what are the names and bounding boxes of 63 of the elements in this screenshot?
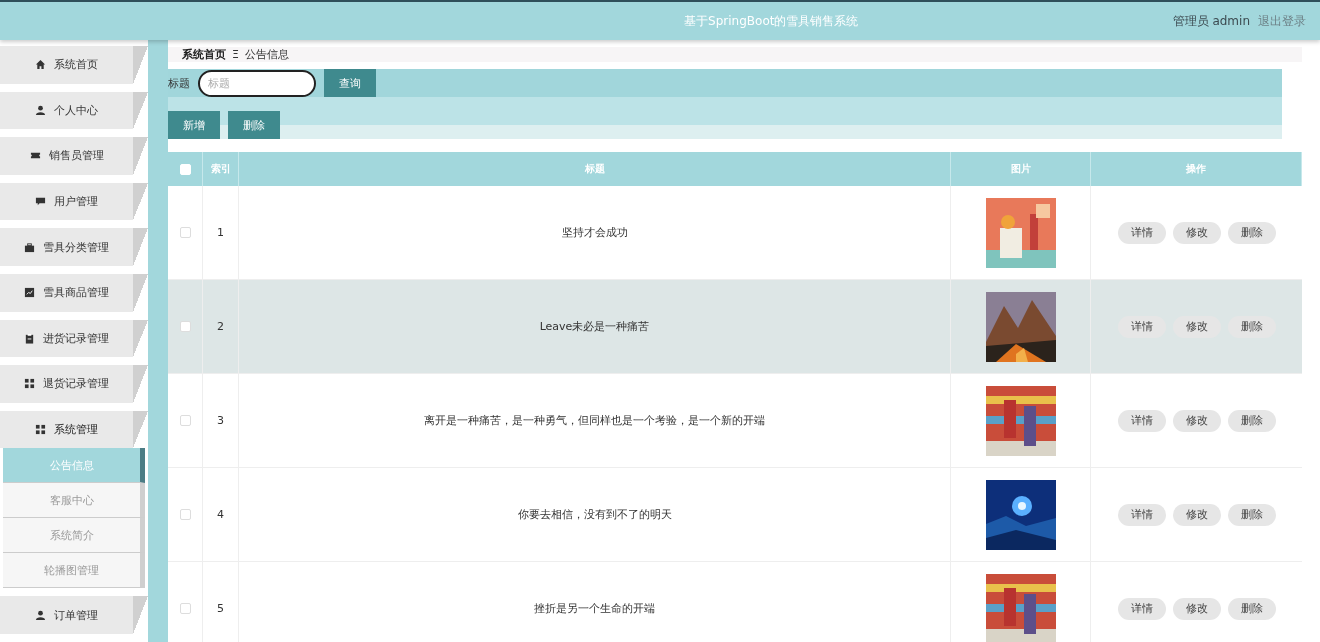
person-icon xyxy=(35,104,46,116)
search-label: 标题 xyxy=(168,75,190,91)
row-index: 5 xyxy=(217,602,224,615)
row-checkbox[interactable] xyxy=(179,603,191,614)
delete-button[interactable]: 删除 xyxy=(228,111,280,139)
notice-title: Leave未必是一种痛苦 xyxy=(539,319,650,334)
notice-title: 离开是一种痛苦，是一种勇气，但同样也是一个考验，是一个新的开端 xyxy=(424,413,765,428)
breadcrumb-current: 公告信息 xyxy=(244,47,289,62)
row-checkbox[interactable] xyxy=(179,321,191,332)
user-label: 管理员 admin xyxy=(1172,12,1250,30)
column-header: 索引 xyxy=(210,162,231,176)
edit-button[interactable]: 修改 xyxy=(1172,315,1221,338)
column-header: 操作 xyxy=(1186,162,1206,176)
sidebar-item[interactable]: 订单管理 xyxy=(0,596,148,634)
row-index: 4 xyxy=(217,508,224,521)
row-checkbox[interactable] xyxy=(179,227,191,238)
clipboard-icon xyxy=(24,332,35,344)
search-field[interactable]: 标题 xyxy=(198,69,316,97)
sidebar-item[interactable]: 进货记录管理 xyxy=(0,319,148,358)
delete-button[interactable]: 删除 xyxy=(1227,503,1276,526)
notice-title: 挫折是另一个生命的开端 xyxy=(534,601,655,616)
details-button[interactable]: 详情 xyxy=(1117,409,1166,432)
sidebar-item[interactable]: 系统首页 xyxy=(0,46,148,84)
edit-button[interactable]: 修改 xyxy=(1172,221,1221,244)
sidebar-item[interactable]: 退货记录管理 xyxy=(0,365,148,403)
column-header: 图片 xyxy=(1010,162,1031,176)
row-checkbox[interactable] xyxy=(179,509,191,520)
search-button[interactable]: 查询 xyxy=(324,69,376,97)
delete-button[interactable]: 删除 xyxy=(1227,221,1276,244)
sidebar-item[interactable]: 个人中心 xyxy=(0,91,148,130)
details-button[interactable]: 详情 xyxy=(1117,597,1166,620)
row-index: 3 xyxy=(217,414,224,427)
breadcrumb-separator: Ξ xyxy=(232,48,239,61)
details-button[interactable]: 详情 xyxy=(1117,221,1166,244)
grid-icon xyxy=(35,424,46,436)
notice-title: 坚持才会成功 xyxy=(561,225,628,240)
app-title: 基于SpringBoot的雪具销售系统 xyxy=(683,12,860,30)
row-index: 1 xyxy=(217,226,224,239)
row-checkbox[interactable] xyxy=(179,415,191,426)
sidebar-item[interactable]: 雪具商品管理 xyxy=(0,273,148,312)
notice-title: 你要去相信，没有到不了的明天 xyxy=(517,507,672,522)
row-index: 2 xyxy=(217,320,224,333)
person-icon xyxy=(35,609,46,621)
delete-button[interactable]: 删除 xyxy=(1227,409,1276,432)
breadcrumb-link[interactable]: 系统首页 xyxy=(182,47,226,62)
chart-icon xyxy=(24,287,35,299)
sidebar-item[interactable]: 系统管理 xyxy=(0,410,148,449)
add-button[interactable]: 新增 xyxy=(168,111,220,139)
sidebar-item[interactable]: 用户管理 xyxy=(0,182,148,221)
edit-button[interactable]: 修改 xyxy=(1172,597,1221,620)
delete-button[interactable]: 删除 xyxy=(1227,597,1276,620)
select-all-checkbox[interactable] xyxy=(179,163,191,175)
sidebar-item[interactable]: 销售员管理 xyxy=(0,137,148,175)
delete-button[interactable]: 删除 xyxy=(1227,315,1276,338)
column-header: 标题 xyxy=(584,162,605,176)
edit-button[interactable]: 修改 xyxy=(1172,409,1221,432)
details-button[interactable]: 详情 xyxy=(1117,503,1166,526)
details-button[interactable]: 详情 xyxy=(1117,315,1166,338)
grid-icon xyxy=(24,378,35,390)
sidebar-item[interactable]: 雪具分类管理 xyxy=(0,228,148,266)
home-icon xyxy=(35,59,46,71)
briefcase-icon xyxy=(24,241,35,253)
edit-button[interactable]: 修改 xyxy=(1172,503,1221,526)
